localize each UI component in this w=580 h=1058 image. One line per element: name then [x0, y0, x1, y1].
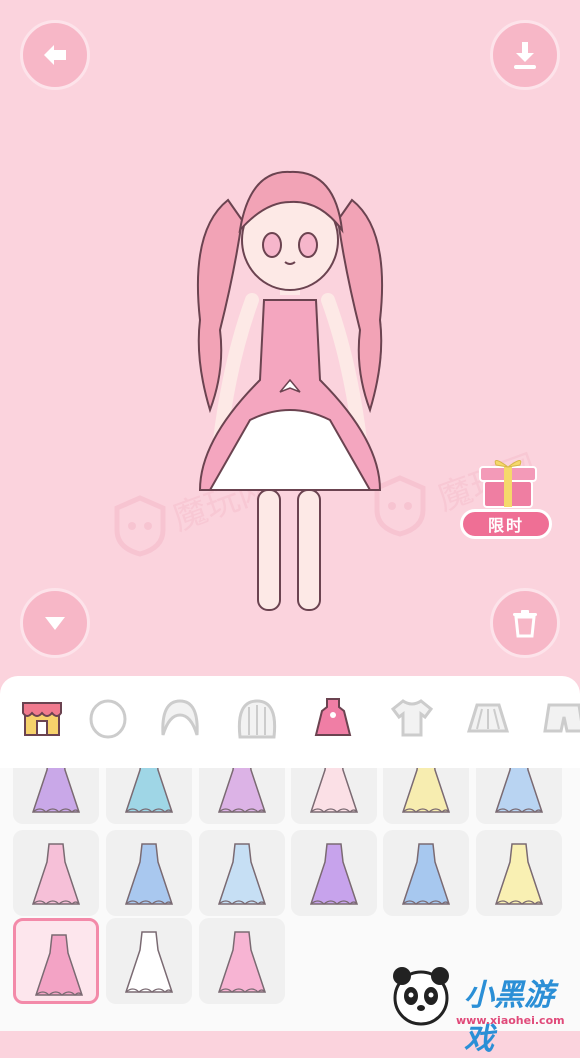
tab-skirt[interactable] [464, 694, 512, 742]
tab-hair-back[interactable] [233, 694, 281, 742]
dress-icon [31, 843, 81, 905]
item-dress-pink-ruffle[interactable] [13, 918, 99, 1004]
shop-icon [22, 702, 62, 736]
dress-icon [217, 768, 267, 813]
tab-hair-front[interactable] [156, 694, 204, 742]
dress-icon [124, 931, 174, 993]
panda-icon [393, 967, 449, 1026]
dress-icon [401, 843, 451, 905]
tab-face[interactable] [84, 694, 132, 742]
item-dress-purple-skirt[interactable] [13, 768, 99, 824]
chevron-down-icon [45, 617, 65, 630]
dress-icon [124, 768, 174, 813]
shirt-icon [390, 699, 434, 737]
dress-icon [309, 843, 359, 905]
tab-top[interactable] [388, 694, 436, 742]
item-dress-yellow-gown[interactable] [476, 830, 562, 916]
skirt-icon [466, 703, 510, 733]
item-dress-blue-bow[interactable] [106, 830, 192, 916]
back-arrow-icon [44, 45, 66, 65]
limited-offer-button[interactable]: 限时 [460, 453, 554, 539]
limited-offer-label: 限时 [460, 509, 552, 539]
item-dress-blue-pink[interactable] [476, 768, 562, 824]
face-icon [89, 699, 127, 739]
item-dress-white-pink[interactable] [291, 768, 377, 824]
dress-icon [314, 698, 352, 736]
tab-shorts[interactable] [540, 694, 580, 742]
watermark-icon [114, 495, 166, 557]
item-dress-purple-gradient[interactable] [291, 830, 377, 916]
item-dress-light-blue[interactable] [199, 830, 285, 916]
dress-icon [124, 843, 174, 905]
trash-icon [513, 610, 537, 638]
dress-icon [494, 768, 544, 813]
trash-button[interactable] [490, 588, 560, 658]
logo-url: www.xiaohei.com [456, 1014, 565, 1027]
dress-icon [217, 843, 267, 905]
dress-icon [217, 931, 267, 993]
hair-back-icon [237, 699, 277, 739]
dress-icon [309, 768, 359, 813]
tab-dress[interactable] [309, 694, 357, 742]
site-logo: 小黑游戏 www.xiaohei.com [386, 962, 580, 1057]
shorts-icon [543, 703, 580, 733]
back-button[interactable] [20, 20, 90, 90]
tab-shop[interactable] [18, 694, 66, 742]
download-icon [514, 42, 536, 69]
gift-box-icon [479, 460, 537, 508]
dress-icon [34, 934, 84, 996]
item-dress-lilac[interactable] [199, 768, 285, 824]
item-dress-blue-skirt[interactable] [106, 768, 192, 824]
item-dress-pink-gown[interactable] [199, 918, 285, 1004]
collapse-panel-button[interactable] [20, 588, 90, 658]
item-dress-pink-striped[interactable] [13, 830, 99, 916]
download-button[interactable] [490, 20, 560, 90]
dress-icon [31, 768, 81, 813]
character-avatar [197, 170, 383, 611]
dress-icon [401, 768, 451, 813]
category-tabs [0, 676, 580, 761]
item-dress-yellow[interactable] [383, 768, 469, 824]
item-dress-blue-gown[interactable] [383, 830, 469, 916]
hair-icon [161, 699, 199, 736]
dress-icon [494, 843, 544, 905]
item-dress-white-gown[interactable] [106, 918, 192, 1004]
